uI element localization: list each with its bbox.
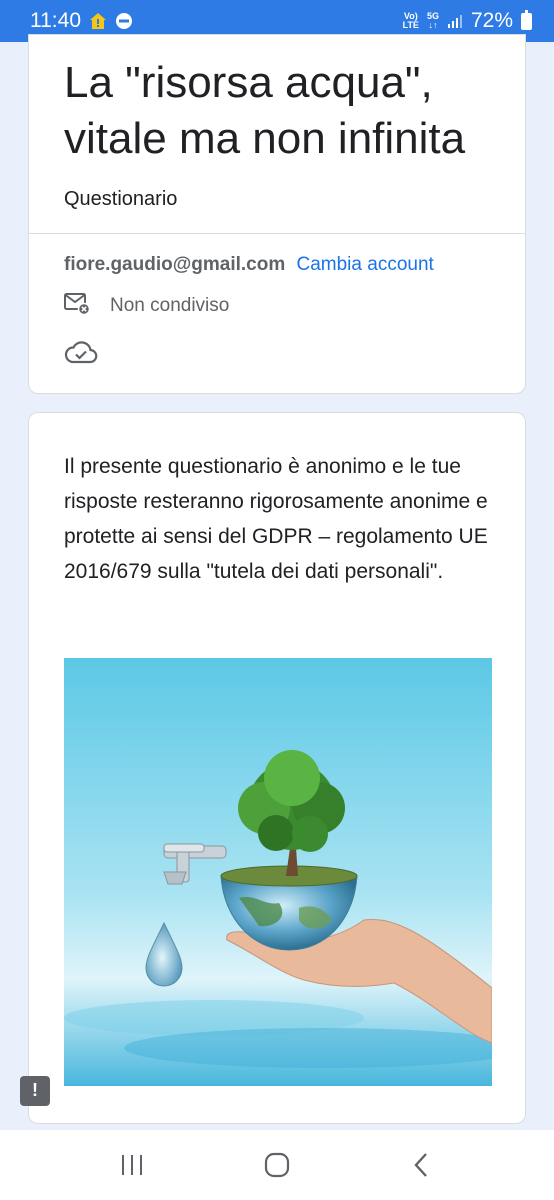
home-alert-icon [89, 12, 107, 30]
mail-off-icon [64, 291, 91, 321]
form-description: Il presente questionario è anonimo e le … [64, 455, 488, 583]
navigation-bar [0, 1130, 554, 1200]
battery-icon [521, 9, 532, 30]
home-icon[interactable] [257, 1145, 297, 1185]
divider [29, 233, 525, 234]
switch-account-link[interactable]: Cambia account [297, 254, 434, 275]
status-right: Vo) LTE 5G ↓↑ 72% [403, 9, 532, 33]
volte-icon: Vo) LTE [403, 12, 419, 30]
water-tree-image [64, 658, 492, 1086]
form-title: La "risorsa acqua", vitale ma non infini… [64, 58, 466, 163]
not-shared-row: Non condiviso [64, 291, 229, 321]
form-description-card: Il presente questionario è anonimo e le … [28, 412, 526, 1124]
status-left: 11:40 [30, 9, 133, 33]
status-time: 11:40 [30, 9, 81, 32]
volte-bottom: LTE [402, 20, 419, 30]
form-subtitle: Questionario [64, 188, 178, 210]
signal-icon [447, 13, 463, 29]
form-header-card: La "risorsa acqua", vitale ma non infini… [28, 34, 526, 394]
network-5g-label: 5G [426, 11, 439, 21]
feedback-icon[interactable]: ! [20, 1076, 50, 1106]
account-email: fiore.gaudio@gmail.com [64, 254, 286, 275]
not-shared-label: Non condiviso [110, 295, 230, 316]
cloud-check-icon [64, 339, 98, 370]
network-5g-icon: 5G ↓↑ [426, 11, 439, 30]
do-not-disturb-icon [115, 12, 133, 30]
back-icon[interactable] [402, 1145, 442, 1185]
recents-icon[interactable] [112, 1145, 152, 1185]
battery-percent: 72% [470, 9, 513, 32]
account-row: fiore.gaudio@gmail.com Cambia account [64, 254, 434, 276]
